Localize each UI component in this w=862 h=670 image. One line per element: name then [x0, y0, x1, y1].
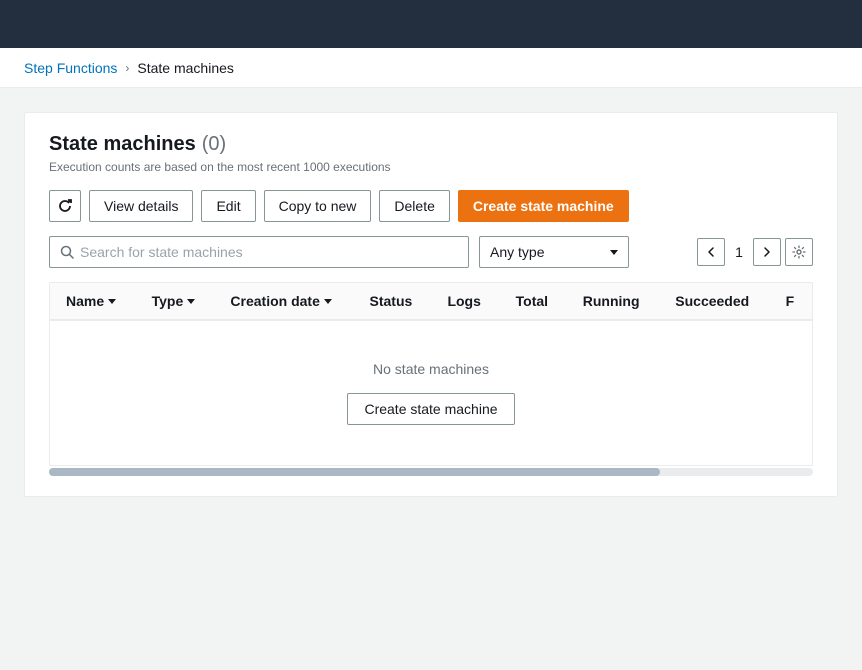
- breadcrumb-step-functions-link[interactable]: Step Functions: [24, 60, 117, 76]
- col-header-creation-date[interactable]: Creation date: [214, 283, 353, 320]
- col-header-running-label: Running: [583, 293, 640, 309]
- pagination-area: 1: [697, 238, 813, 266]
- empty-state-row: No state machines Create state machine: [50, 320, 812, 465]
- state-machines-table: Name Type Creation dat: [50, 283, 812, 465]
- col-name-sort-icon: [108, 299, 116, 304]
- col-header-logs: Logs: [431, 283, 499, 320]
- next-page-button[interactable]: [753, 238, 781, 266]
- gear-icon: [792, 245, 806, 259]
- main-content: State machines (0) Execution counts are …: [0, 88, 862, 670]
- panel-title-row: State machines (0): [49, 133, 813, 156]
- view-details-button[interactable]: View details: [89, 190, 193, 222]
- breadcrumb-bar: Step Functions › State machines: [0, 48, 862, 88]
- empty-create-state-machine-button[interactable]: Create state machine: [347, 393, 514, 425]
- col-header-succeeded: Succeeded: [659, 283, 769, 320]
- col-header-failed-label: F: [786, 293, 795, 309]
- prev-page-button[interactable]: [697, 238, 725, 266]
- col-header-failed: F: [770, 283, 812, 320]
- col-header-name-label: Name: [66, 293, 104, 309]
- col-header-name[interactable]: Name: [50, 283, 136, 320]
- col-header-running: Running: [567, 283, 660, 320]
- search-wrapper: [49, 236, 469, 268]
- breadcrumb-current: State machines: [137, 60, 234, 76]
- col-header-total-label: Total: [516, 293, 548, 309]
- refresh-button[interactable]: [49, 190, 81, 222]
- panel-subtitle: Execution counts are based on the most r…: [49, 160, 813, 174]
- empty-state: No state machines Create state machine: [50, 321, 812, 465]
- copy-to-new-button[interactable]: Copy to new: [264, 190, 372, 222]
- delete-button[interactable]: Delete: [379, 190, 449, 222]
- empty-state-message: No state machines: [373, 361, 489, 377]
- col-type-sort-icon: [187, 299, 195, 304]
- col-header-logs-label: Logs: [447, 293, 480, 309]
- breadcrumb-separator: ›: [125, 61, 129, 75]
- col-creation-date-sort-icon: [324, 299, 332, 304]
- col-header-total: Total: [500, 283, 567, 320]
- create-state-machine-button[interactable]: Create state machine: [458, 190, 629, 222]
- current-page-number: 1: [729, 244, 749, 260]
- col-header-creation-date-label: Creation date: [230, 293, 319, 309]
- col-header-type-label: Type: [152, 293, 184, 309]
- state-machines-table-container: Name Type Creation dat: [49, 282, 813, 466]
- search-icon: [60, 245, 74, 259]
- table-header-row: Name Type Creation dat: [50, 283, 812, 320]
- col-header-succeeded-label: Succeeded: [675, 293, 749, 309]
- panel-title: State machines: [49, 133, 196, 156]
- col-header-status: Status: [354, 283, 432, 320]
- state-machines-panel: State machines (0) Execution counts are …: [24, 112, 838, 497]
- col-header-type[interactable]: Type: [136, 283, 215, 320]
- table-settings-button[interactable]: [785, 238, 813, 266]
- panel-count: (0): [202, 133, 226, 156]
- horizontal-scrollbar-track[interactable]: [49, 468, 813, 476]
- prev-page-icon: [708, 247, 714, 257]
- search-input[interactable]: [80, 244, 458, 260]
- search-filter-row: Any type 1: [49, 236, 813, 268]
- type-filter-select[interactable]: Any type: [479, 236, 629, 268]
- edit-button[interactable]: Edit: [201, 190, 255, 222]
- horizontal-scrollbar-thumb[interactable]: [49, 468, 660, 476]
- top-nav: [0, 0, 862, 48]
- chevron-down-icon: [610, 250, 618, 255]
- toolbar: View details Edit Copy to new Delete Cre…: [49, 190, 813, 222]
- col-header-status-label: Status: [370, 293, 413, 309]
- next-page-icon: [764, 247, 770, 257]
- refresh-icon: [58, 199, 72, 213]
- type-filter-label: Any type: [490, 244, 606, 260]
